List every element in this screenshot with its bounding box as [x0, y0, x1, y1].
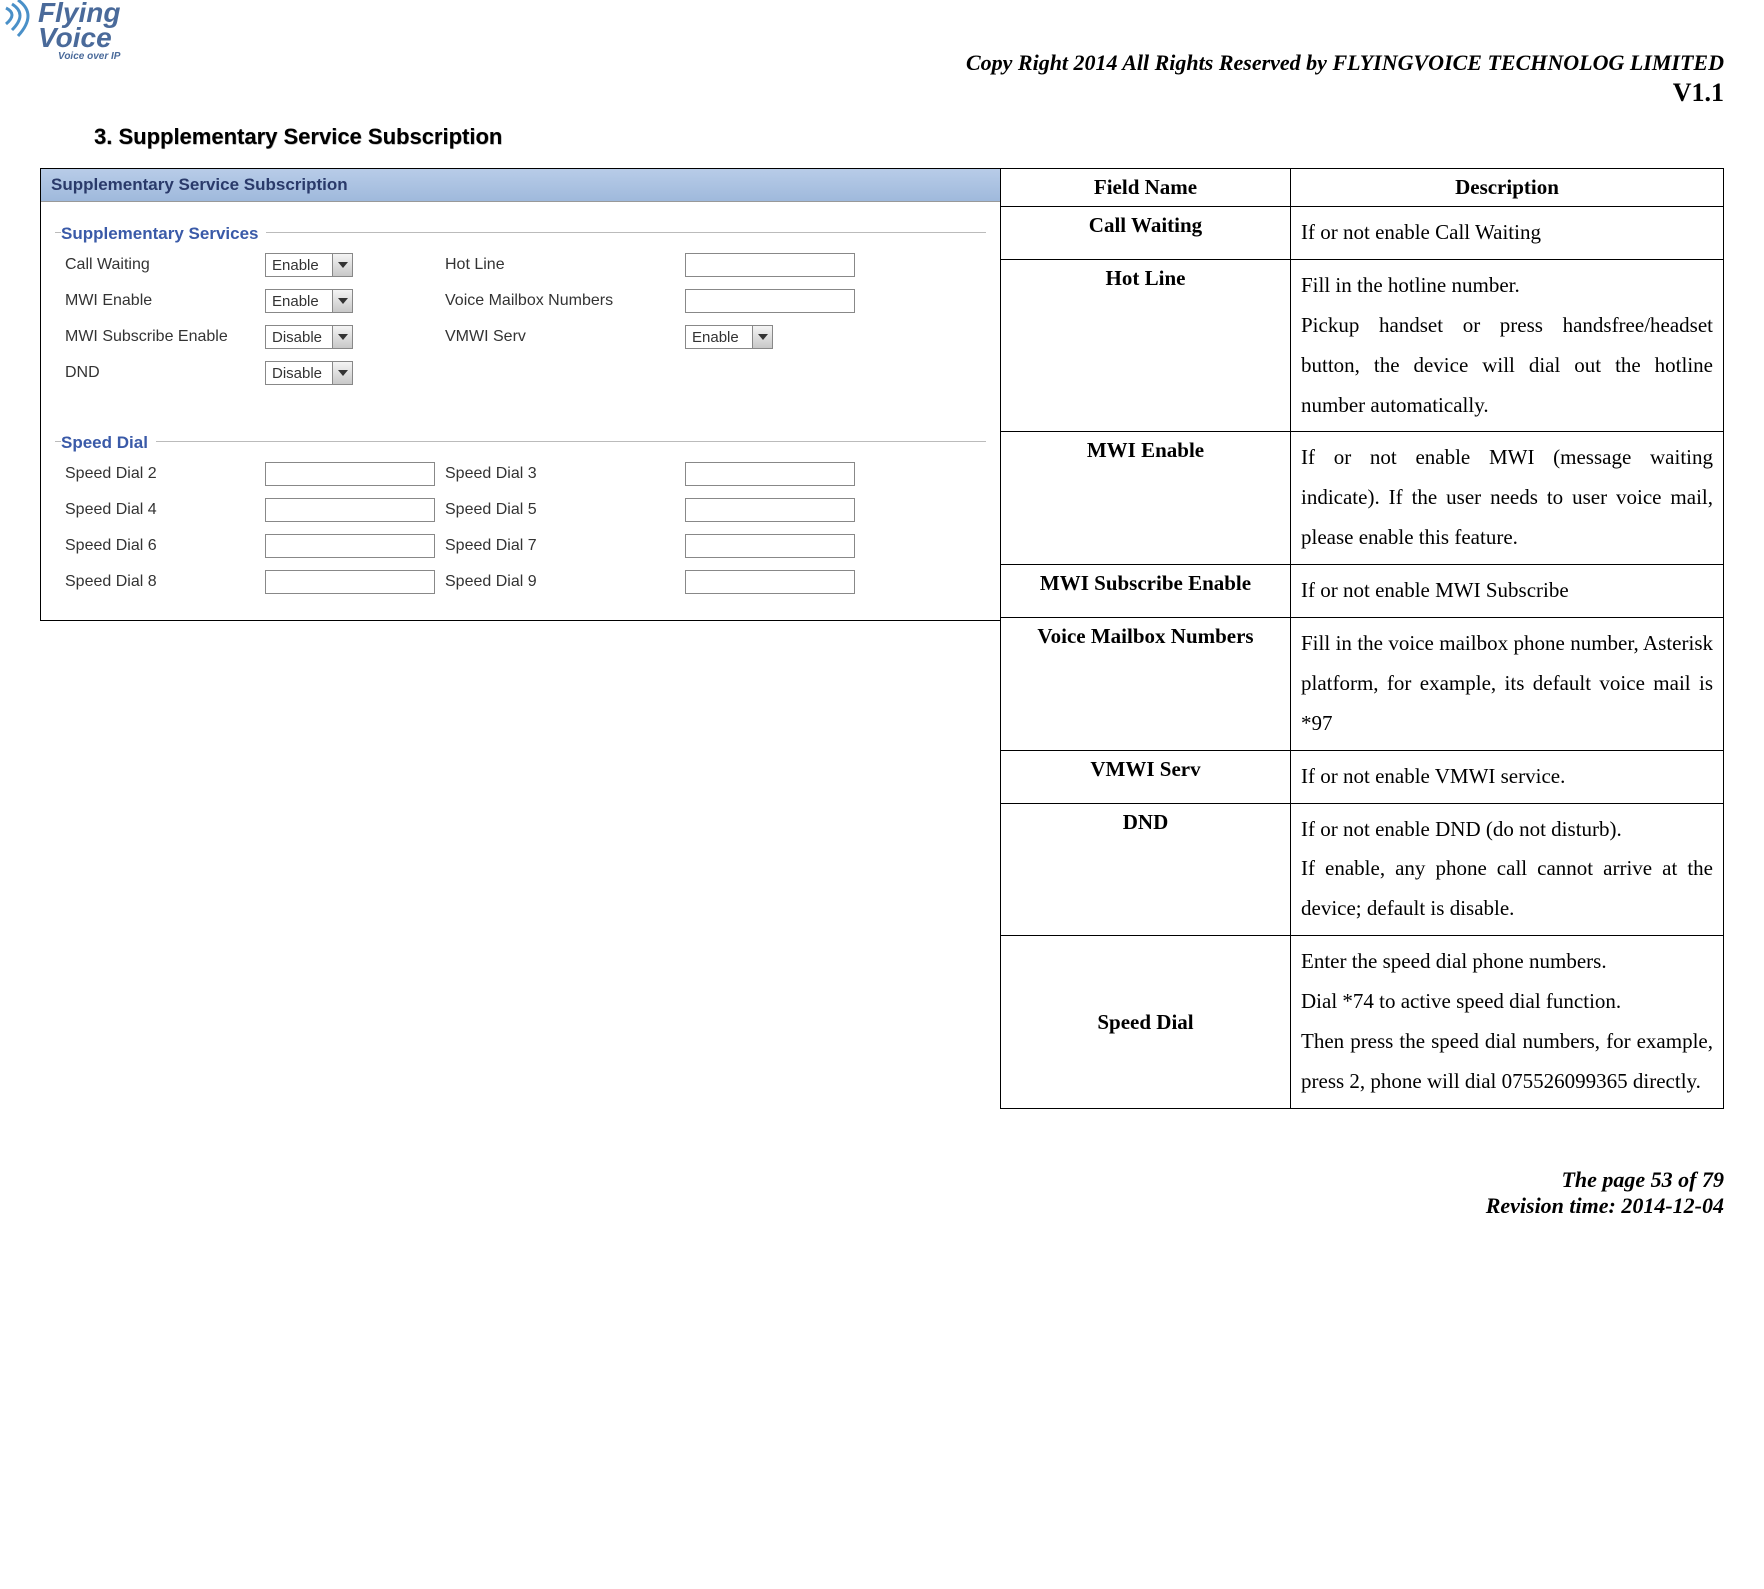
header: Copy Right 2014 All Rights Reserved by F…: [40, 0, 1724, 108]
speed-dial-8-input[interactable]: [265, 570, 435, 594]
copyright-text: Copy Right 2014 All Rights Reserved by F…: [40, 50, 1724, 76]
logo-sub: Voice over IP: [38, 52, 120, 61]
mwi-subscribe-label: MWI Subscribe Enable: [65, 328, 255, 346]
speed-dial-8-label: Speed Dial 8: [65, 573, 255, 591]
speed-dial-5-input[interactable]: [685, 498, 855, 522]
vmwi-serv-label: VMWI Serv: [445, 328, 675, 346]
table-row: Speed Dial Enter the speed dial phone nu…: [1001, 936, 1724, 1109]
speed-dial-4-label: Speed Dial 4: [65, 501, 255, 519]
call-waiting-select[interactable]: Enable: [265, 253, 353, 277]
mwi-subscribe-select[interactable]: Disable: [265, 325, 353, 349]
speed-dial-5-label: Speed Dial 5: [445, 501, 675, 519]
speed-dial-3-input[interactable]: [685, 462, 855, 486]
call-waiting-label: Call Waiting: [65, 256, 255, 274]
speed-dial-heading: Speed Dial: [61, 433, 156, 453]
table-row: Call Waiting If or not enable Call Waiti…: [1001, 207, 1724, 260]
chevron-down-icon: [332, 326, 352, 348]
dnd-select[interactable]: Disable: [265, 361, 353, 385]
hot-line-label: Hot Line: [445, 256, 675, 274]
speed-dial-9-input[interactable]: [685, 570, 855, 594]
dnd-label: DND: [65, 364, 255, 382]
section-heading: 3. Supplementary Service Subscription: [94, 124, 1724, 150]
chevron-down-icon: [752, 326, 772, 348]
chevron-down-icon: [332, 362, 352, 384]
table-row: Voice Mailbox Numbers Fill in the voice …: [1001, 618, 1724, 751]
speed-dial-2-input[interactable]: [265, 462, 435, 486]
speed-dial-7-label: Speed Dial 7: [445, 537, 675, 555]
description-table: Field Name Description Call Waiting If o…: [1000, 168, 1724, 1109]
hot-line-input[interactable]: [685, 253, 855, 277]
logo: Flying Voice Voice over IP: [0, 0, 120, 61]
table-row: MWI Subscribe Enable If or not enable MW…: [1001, 565, 1724, 618]
panel-title: Supplementary Service Subscription: [41, 169, 1000, 202]
page-number: The page 53 of 79: [1486, 1167, 1724, 1193]
voice-mailbox-label: Voice Mailbox Numbers: [445, 292, 675, 310]
revision-time: Revision time: 2014-12-04: [1486, 1193, 1724, 1219]
speed-dial-9-label: Speed Dial 9: [445, 573, 675, 591]
footer: The page 53 of 79 Revision time: 2014-12…: [1486, 1167, 1724, 1219]
speed-dial-3-label: Speed Dial 3: [445, 465, 675, 483]
mwi-enable-label: MWI Enable: [65, 292, 255, 310]
sound-wave-icon: [0, 0, 34, 44]
version-text: V1.1: [40, 78, 1724, 108]
table-row: MWI Enable If or not enable MWI (message…: [1001, 432, 1724, 565]
logo-line2: Voice: [38, 25, 120, 50]
vmwi-serv-select[interactable]: Enable: [685, 325, 773, 349]
table-header-desc: Description: [1291, 169, 1724, 207]
speed-dial-6-label: Speed Dial 6: [65, 537, 255, 555]
table-row: VMWI Serv If or not enable VMWI service.: [1001, 750, 1724, 803]
speed-dial-4-input[interactable]: [265, 498, 435, 522]
speed-dial-2-label: Speed Dial 2: [65, 465, 255, 483]
voice-mailbox-input[interactable]: [685, 289, 855, 313]
chevron-down-icon: [332, 290, 352, 312]
chevron-down-icon: [332, 254, 352, 276]
speed-dial-7-input[interactable]: [685, 534, 855, 558]
table-header-field: Field Name: [1001, 169, 1291, 207]
settings-screenshot: Supplementary Service Subscription Suppl…: [40, 168, 1000, 621]
table-row: DND If or not enable DND (do not disturb…: [1001, 803, 1724, 936]
speed-dial-6-input[interactable]: [265, 534, 435, 558]
table-row: Hot Line Fill in the hotline number.Pick…: [1001, 259, 1724, 432]
supp-services-heading: Supplementary Services: [61, 224, 266, 244]
mwi-enable-select[interactable]: Enable: [265, 289, 353, 313]
